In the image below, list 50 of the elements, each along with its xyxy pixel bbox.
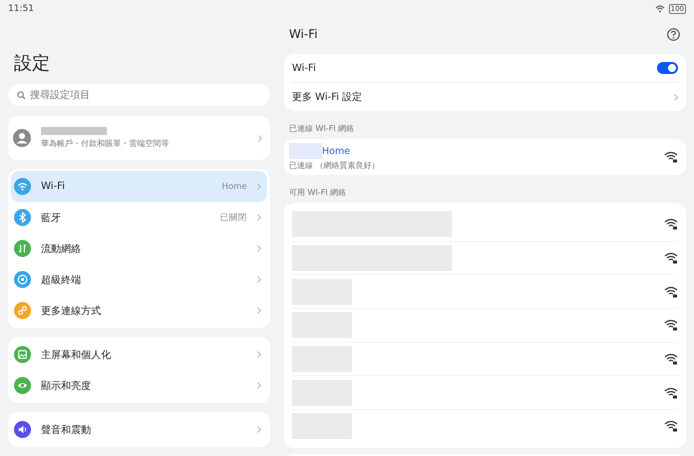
setting-row[interactable]: 更多 Wi-Fi 設定 (292, 82, 678, 111)
connected-network[interactable]: Home 已連線 （網絡質素良好） (284, 139, 686, 175)
chevron-icon (674, 94, 678, 100)
settings-item-label: 聲音和震動 (41, 424, 92, 436)
settings-item[interactable]: 超級終端 (11, 264, 267, 295)
section-header: 已連線 WI-FI 網絡 (289, 123, 356, 134)
chevron-icon (258, 134, 262, 142)
chevron-icon (257, 245, 261, 252)
help-icon[interactable] (667, 28, 680, 40)
setting-label: Wi-Fi (292, 62, 316, 74)
chevron-icon (257, 214, 261, 221)
avatar-icon (13, 129, 31, 147)
search-icon (17, 90, 26, 100)
section-header: 可用 WI-FI 網絡 (289, 187, 348, 198)
account-subtitle: 華為帳戶・付款和賬單・雲端空間等 (41, 138, 170, 149)
wifi-toggle[interactable] (657, 62, 678, 74)
chevron-icon (257, 351, 261, 358)
page-title: 設定 (14, 52, 51, 75)
settings-item[interactable]: 流動網絡 (11, 233, 267, 264)
network-status: 已連線 （網絡質素良好） (289, 160, 380, 171)
setting-row[interactable]: Wi-Fi (292, 54, 678, 82)
settings-item-label: 主屏幕和個人化 (41, 348, 112, 362)
settings-item[interactable]: 聲音和震動 (11, 414, 267, 445)
wifi-status-icon (654, 5, 665, 13)
settings-item-label: 顯示和亮度 (41, 380, 92, 392)
chevron-icon (257, 426, 261, 433)
chevron-icon (257, 183, 261, 190)
settings-item-value: Home (222, 182, 247, 192)
settings-item[interactable]: Wi-Fi Home (11, 171, 267, 202)
settings-item-label: Wi-Fi (41, 181, 66, 192)
redacted-block (289, 143, 322, 159)
search-field[interactable]: 搜尋設定項目 (8, 84, 270, 106)
settings-item[interactable]: 藍牙 已關閉 (11, 202, 267, 233)
settings-item-value: 已關閉 (220, 212, 247, 224)
chevron-icon (257, 307, 261, 314)
redacted-name (41, 127, 107, 135)
setting-label: 更多 Wi-Fi 設定 (292, 90, 362, 104)
status-time: 11:51 (8, 4, 34, 14)
panel-title: Wi-Fi (289, 27, 318, 41)
settings-item[interactable]: 更多連線方式 (11, 295, 267, 326)
settings-item-label: 更多連線方式 (41, 304, 102, 318)
settings-item[interactable]: 主屏幕和個人化 (11, 339, 267, 370)
account-card[interactable]: 華為帳戶・付款和賬單・雲端空間等 (8, 116, 270, 160)
settings-item-label: 流動網絡 (41, 242, 82, 256)
settings-item[interactable]: 顯示和亮度 (11, 370, 267, 401)
chevron-icon (257, 382, 261, 389)
settings-item-label: 超級終端 (41, 274, 82, 286)
settings-item-label: 藍牙 (41, 212, 62, 224)
chevron-icon (257, 276, 261, 283)
network-name: Home (322, 146, 350, 156)
